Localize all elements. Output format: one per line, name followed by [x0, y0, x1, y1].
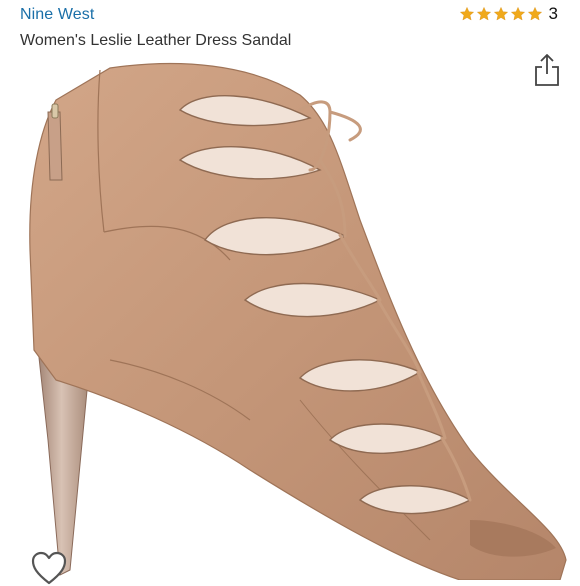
star-icon — [476, 6, 491, 21]
product-image[interactable] — [0, 60, 580, 581]
rating-count: 3 — [548, 4, 558, 23]
product-header: Nine West Women's Leslie Leather Dress S… — [0, 0, 580, 86]
star-icon — [510, 6, 525, 21]
sandal-illustration — [29, 62, 567, 581]
star-icon — [527, 6, 542, 21]
rating-stars — [459, 6, 543, 22]
brand-link[interactable]: Nine West — [20, 6, 94, 24]
heart-icon[interactable] — [30, 550, 68, 586]
product-title: Women's Leslie Leather Dress Sandal — [20, 32, 292, 49]
star-icon — [459, 6, 474, 21]
star-icon — [493, 6, 508, 21]
rating[interactable]: 3 — [459, 4, 558, 24]
